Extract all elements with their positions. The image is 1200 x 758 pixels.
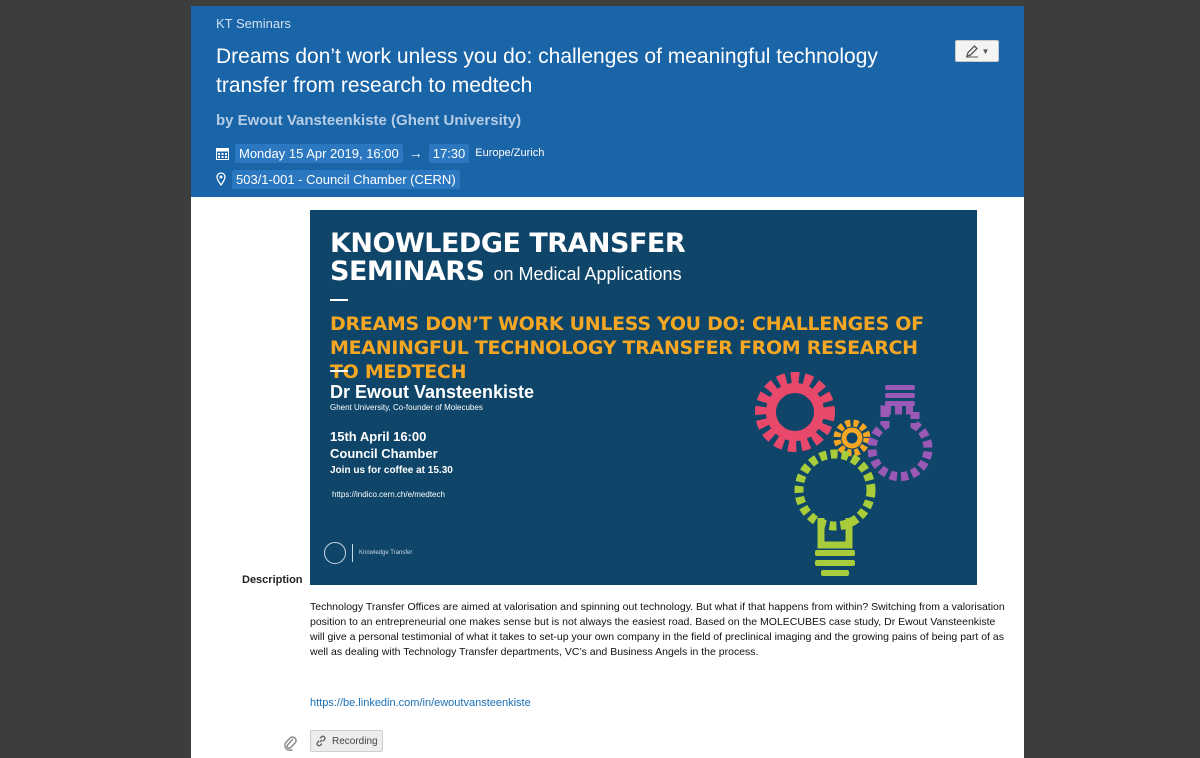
recording-label: Recording: [332, 735, 378, 747]
link-icon: [315, 735, 327, 747]
poster-date: 15th April 16:00: [330, 429, 427, 444]
logo-text: Knowledge Transfer: [359, 550, 413, 556]
event-location: 503/1-001 - Council Chamber (CERN): [216, 169, 460, 189]
paperclip-icon: [283, 735, 297, 756]
event-dates: Monday 15 Apr 2019, 16:00 → 17:30 Europe…: [216, 143, 544, 163]
event-header: KT Seminars Dreams don’t work unless you…: [191, 6, 1024, 197]
poster-title-line2: SEMINARS on Medical Applications: [330, 256, 682, 287]
location-room[interactable]: 503/1-001 - Council Chamber (CERN): [232, 169, 460, 189]
description-text: Technology Transfer Offices are aimed at…: [310, 601, 1005, 658]
end-time: 17:30: [428, 143, 470, 163]
pencil-icon: [965, 44, 979, 58]
event-page: KT Seminars Dreams don’t work unless you…: [191, 6, 1024, 758]
poster-title-sub: on Medical Applications: [493, 264, 682, 284]
map-pin-icon: [216, 172, 226, 186]
poster-coffee: Join us for coffee at 15.30: [330, 465, 453, 476]
edit-button[interactable]: ▼: [955, 40, 999, 62]
event-title: Dreams don’t work unless you do: challen…: [216, 45, 878, 97]
poster-speaker: Dr Ewout Vansteenkiste: [330, 382, 535, 402]
poster-divider: [330, 299, 348, 301]
poster-affiliation: Ghent University, Co-founder of Molecube…: [330, 403, 483, 412]
orange-gear-icon: [833, 419, 871, 457]
gears-lightbulb-illustration: [755, 372, 933, 576]
start-datetime: Monday 15 Apr 2019, 16:00: [235, 143, 403, 163]
poster-divider: [330, 370, 348, 372]
red-gear-icon: [755, 372, 835, 452]
description-label: Description: [242, 574, 303, 586]
linkedin-link[interactable]: https://be.linkedin.com/in/ewoutvansteen…: [310, 697, 531, 709]
seminar-poster-image: KNOWLEDGE TRANSFER SEMINARS on Medical A…: [310, 210, 977, 585]
recording-button[interactable]: Recording: [310, 730, 383, 752]
green-bulb-icon: [794, 449, 876, 576]
arrow-icon: →: [408, 145, 423, 161]
cern-logo-icon: [324, 542, 346, 564]
poster-url: https://indico.cern.ch/e/medtech: [332, 490, 445, 499]
poster-title-seminars: SEMINARS: [330, 256, 485, 287]
cern-kt-logo: Knowledge Transfer: [324, 542, 412, 564]
chevron-down-icon: ▼: [981, 46, 990, 56]
timezone: Europe/Zurich: [475, 147, 545, 159]
purple-bulb-icon: [867, 385, 933, 482]
poster-room: Council Chamber: [330, 446, 438, 461]
calendar-icon: [216, 147, 229, 160]
poster-title-line1: KNOWLEDGE TRANSFER: [330, 228, 686, 259]
category-breadcrumb[interactable]: KT Seminars: [216, 16, 291, 31]
speaker-line: by Ewout Vansteenkiste (Ghent University…: [216, 112, 522, 129]
